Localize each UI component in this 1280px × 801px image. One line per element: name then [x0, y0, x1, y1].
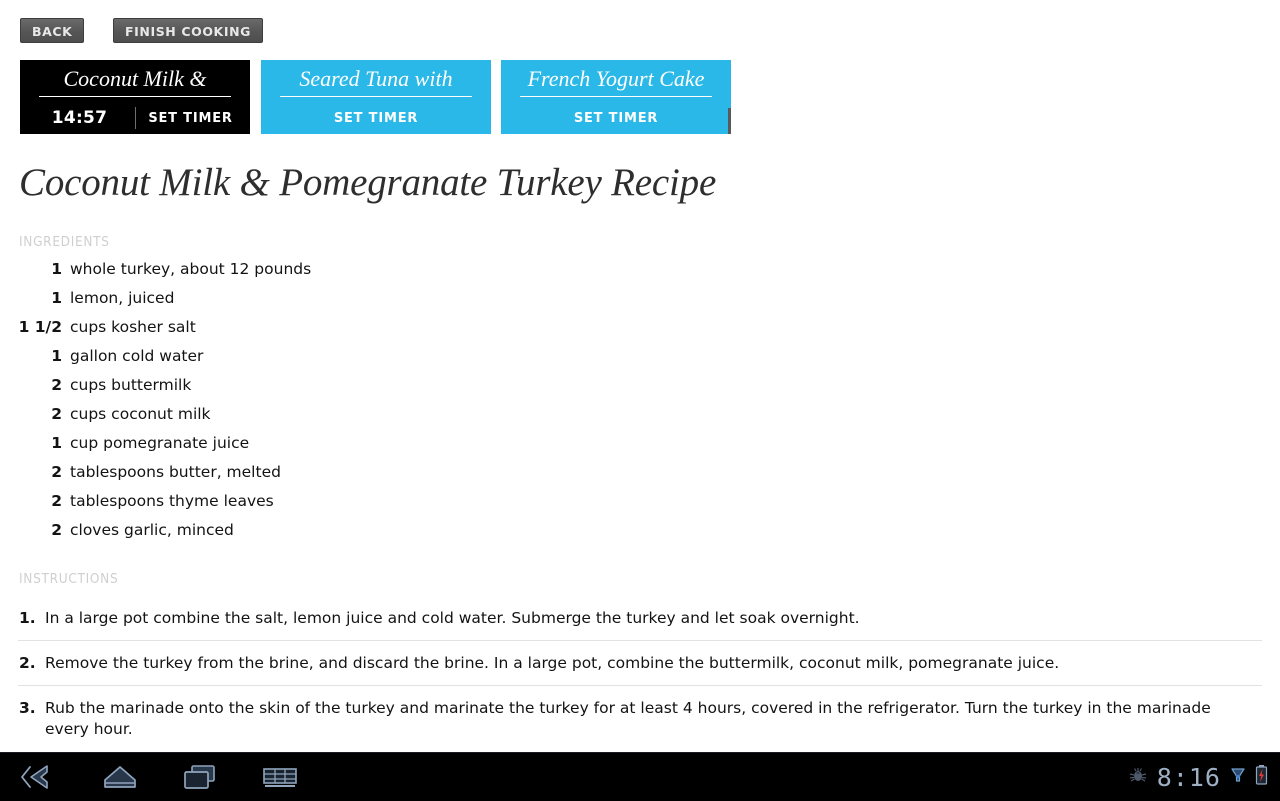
instruction-step: 1. In a large pot combine the salt, lemon…: [0, 596, 1280, 640]
ingredient-quantity: 2: [51, 492, 62, 510]
battery-charging-icon: [1255, 764, 1268, 791]
ingredient-row: 2 cups buttermilk: [0, 376, 700, 405]
ingredient-row: 2 tablespoons butter, melted: [0, 463, 700, 492]
ingredient-quantity: 1: [51, 434, 62, 452]
ingredient-quantity: 2: [51, 463, 62, 481]
ingredient-quantity: 1: [51, 289, 62, 307]
recipe-title: Coconut Milk & Pomegranate Turkey Recipe: [19, 161, 717, 204]
clock: 8:16: [1156, 762, 1221, 792]
ingredient-row: 1 gallon cold water: [0, 347, 700, 376]
timer-tab-footer: SET TIMER: [501, 105, 731, 131]
set-timer-button[interactable]: SET TIMER: [334, 111, 418, 126]
timer-tab-footer: 14:57 SET TIMER: [20, 105, 250, 131]
timer-tab-seared-tuna[interactable]: Seared Tuna with SET TIMER: [261, 60, 491, 134]
status-tray: 8:16: [1128, 753, 1268, 801]
set-timer-button[interactable]: SET TIMER: [136, 111, 246, 126]
finish-cooking-button[interactable]: FINISH COOKING: [113, 18, 264, 43]
step-number: 2.: [19, 654, 36, 672]
ingredient-name: cups buttermilk: [70, 376, 192, 394]
usb-debugging-icon: [1128, 765, 1148, 790]
ingredient-name: cloves garlic, minced: [70, 521, 234, 539]
ingredient-quantity: 2: [51, 521, 62, 539]
ingredient-name: tablespoons thyme leaves: [70, 492, 274, 510]
timer-tab-title: Seared Tuna with: [299, 66, 453, 91]
set-timer-button[interactable]: SET TIMER: [574, 111, 658, 126]
timer-tab-rule: [280, 96, 472, 97]
tab-scroll-edge: [728, 108, 731, 134]
home-icon[interactable]: [80, 753, 160, 801]
ingredient-quantity: 1: [51, 347, 62, 365]
ingredient-name: cups coconut milk: [70, 405, 211, 423]
back-button[interactable]: BACK: [20, 18, 85, 43]
ingredient-row: 2 cups coconut milk: [0, 405, 700, 434]
nav-button-group: [0, 753, 320, 801]
ingredient-name: gallon cold water: [70, 347, 204, 365]
ingredient-name: tablespoons butter, melted: [70, 463, 281, 481]
ingredient-quantity: 1: [51, 260, 62, 278]
instruction-step: 2. Remove the turkey from the brine, and …: [0, 641, 1280, 685]
ingredient-row: 1 whole turkey, about 12 pounds: [0, 260, 700, 289]
top-action-bar: BACK FINISH COOKING: [0, 0, 1280, 58]
ingredient-name: whole turkey, about 12 pounds: [70, 260, 312, 278]
ingredient-name: lemon, juiced: [70, 289, 175, 307]
timer-tab-rule: [39, 96, 231, 97]
android-navigation-bar: 8:16: [0, 752, 1280, 801]
timer-tab-coconut-milk[interactable]: Coconut Milk & 14:57 SET TIMER: [20, 60, 250, 134]
ingredient-row: 2 tablespoons thyme leaves: [0, 492, 700, 521]
ingredient-quantity: 2: [51, 376, 62, 394]
ingredient-quantity: 1 1/2: [18, 318, 62, 336]
timer-tab-title: French Yogurt Cake: [527, 66, 705, 91]
timer-tab-title: Coconut Milk &: [63, 66, 207, 91]
download-icon: [1230, 765, 1246, 790]
ingredient-row: 1 lemon, juiced: [0, 289, 700, 318]
recent-apps-icon[interactable]: [160, 753, 240, 801]
timer-tab-french-yogurt-cake[interactable]: French Yogurt Cake SET TIMER: [501, 60, 731, 134]
step-text: Rub the marinade onto the skin of the tu…: [45, 699, 1211, 738]
timer-tab-rule: [520, 96, 712, 97]
ingredients-heading: INGREDIENTS: [19, 234, 110, 250]
step-text: In a large pot combine the salt, lemon j…: [45, 609, 860, 627]
timer-tab-footer: SET TIMER: [261, 105, 491, 131]
step-number: 3.: [19, 699, 36, 717]
timer-countdown: 14:57: [51, 108, 108, 128]
step-number: 1.: [19, 609, 36, 627]
back-icon[interactable]: [0, 753, 80, 801]
instructions-list: 1. In a large pot combine the salt, lemon…: [0, 596, 1280, 751]
keyboard-icon[interactable]: [240, 753, 320, 801]
ingredient-row: 1 1/2 cups kosher salt: [0, 318, 700, 347]
ingredient-row: 2 cloves garlic, minced: [0, 521, 700, 550]
instruction-step: 3. Rub the marinade onto the skin of the …: [0, 686, 1280, 751]
ingredient-name: cups kosher salt: [70, 318, 196, 336]
ingredients-list: 1 whole turkey, about 12 pounds 1 lemon, ju…: [0, 260, 700, 550]
ingredient-name: cup pomegranate juice: [70, 434, 250, 452]
timer-tab-bar: Coconut Milk & 14:57 SET TIMER Seared Tu…: [20, 60, 731, 134]
ingredient-quantity: 2: [51, 405, 62, 423]
instructions-heading: INSTRUCTIONS: [19, 571, 119, 587]
step-text: Remove the turkey from the brine, and di…: [45, 654, 1060, 672]
ingredient-row: 1 cup pomegranate juice: [0, 434, 700, 463]
